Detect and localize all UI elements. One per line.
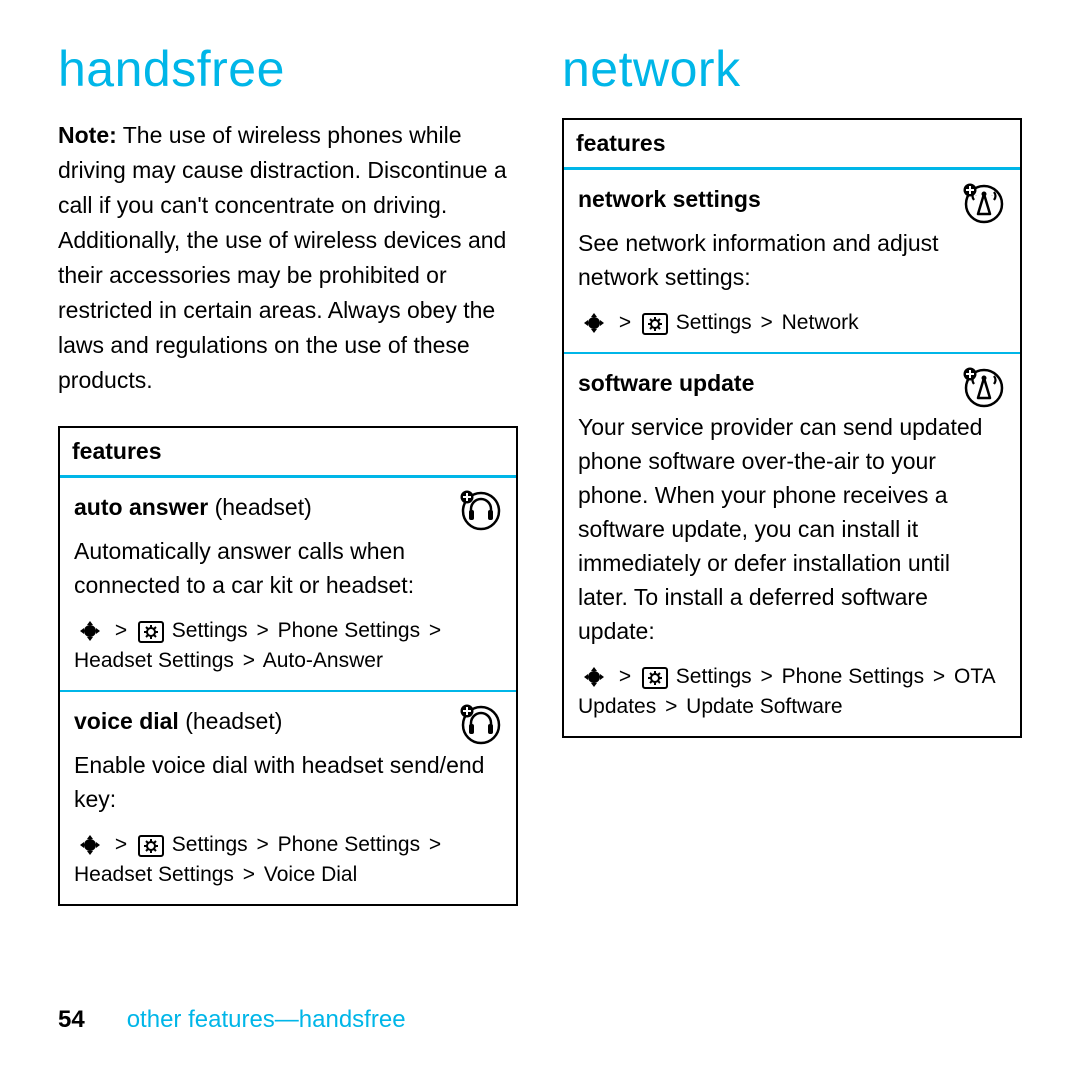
- page-number: 54: [58, 1006, 85, 1033]
- headset-icon: [460, 704, 502, 746]
- feature-title: software update: [578, 370, 754, 396]
- two-column-layout: handsfree Note: The use of wireless phon…: [58, 40, 1022, 906]
- feature-auto-answer: auto answer (headset) Automatically answ…: [60, 478, 516, 690]
- section-label: other features—handsfree: [127, 1006, 406, 1033]
- feature-voice-dial: voice dial (headset) Enable voice dial w…: [60, 690, 516, 904]
- feature-network-settings: network settings See network information…: [564, 170, 1020, 352]
- nav-path: > Settings > Phone Settings > OTA: [578, 662, 1006, 722]
- settings-gear-icon: [138, 621, 164, 643]
- note-label: Note:: [58, 122, 117, 148]
- handsfree-features-table: features auto answer (headset): [58, 426, 518, 906]
- feature-title: voice dial: [74, 708, 179, 734]
- left-column: handsfree Note: The use of wireless phon…: [58, 40, 518, 906]
- heading-handsfree: handsfree: [58, 40, 518, 98]
- feature-software-update: software update Your service provider ca…: [564, 352, 1020, 736]
- headset-icon: [460, 490, 502, 532]
- feature-desc: Enable voice dial with headset send/end …: [74, 748, 502, 816]
- manual-page: handsfree Note: The use of wireless phon…: [0, 0, 1080, 1080]
- settings-gear-icon: [138, 835, 164, 857]
- page-footer: 54 other features—handsfree: [58, 1006, 406, 1034]
- nav-key-icon: [76, 619, 104, 643]
- nav-key-icon: [580, 665, 608, 689]
- feature-title: network settings: [578, 186, 761, 212]
- table-header: features: [564, 120, 1020, 170]
- settings-gear-icon: [642, 313, 668, 335]
- nav-key-icon: [76, 833, 104, 857]
- table-header: features: [60, 428, 516, 478]
- handsfree-note: Note: The use of wireless phones while d…: [58, 118, 518, 398]
- feature-desc: Automatically answer calls when connecte…: [74, 534, 502, 602]
- antenna-icon: [962, 182, 1006, 226]
- right-column: network features: [562, 40, 1022, 906]
- nav-path: > Settings > Network: [578, 308, 1006, 338]
- settings-gear-icon: [642, 667, 668, 689]
- nav-path: > Settings > Phone Settings > Hea: [74, 830, 502, 890]
- note-text: The use of wireless phones while driving…: [58, 122, 507, 393]
- feature-suffix: (headset): [179, 708, 283, 734]
- feature-desc: See network information and adjust netwo…: [578, 226, 1006, 294]
- nav-key-icon: [580, 311, 608, 335]
- feature-title: auto answer: [74, 494, 208, 520]
- nav-path: > Settings > Phone Settings > Hea: [74, 616, 502, 676]
- feature-suffix: (headset): [208, 494, 312, 520]
- heading-network: network: [562, 40, 1022, 98]
- feature-desc: Your service provider can send updated p…: [578, 410, 1006, 648]
- network-features-table: features network s: [562, 118, 1022, 738]
- antenna-icon: [962, 366, 1006, 410]
